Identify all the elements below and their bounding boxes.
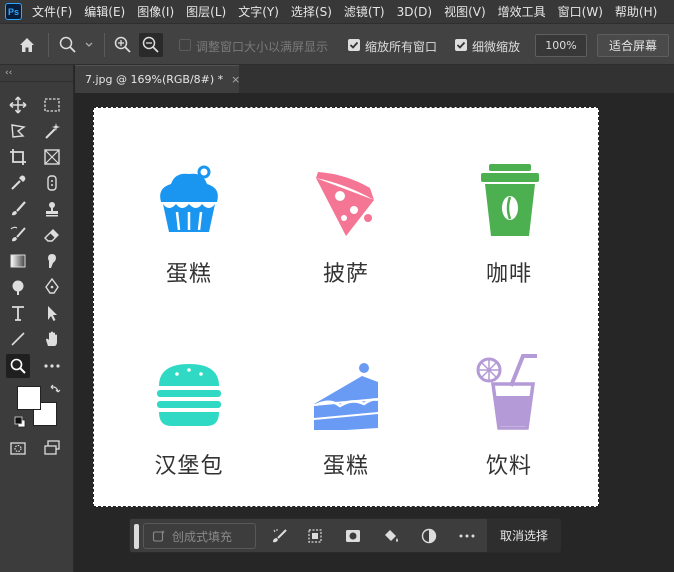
eraser-tool-icon[interactable] [40, 223, 64, 247]
zoom-in-icon[interactable] [113, 35, 133, 55]
clone-stamp-tool-icon[interactable] [40, 197, 64, 221]
default-colors-icon[interactable] [14, 416, 26, 428]
drag-handle[interactable] [134, 524, 139, 549]
dodge-tool-icon[interactable] [6, 275, 30, 299]
document-tab-title: 7.jpg @ 169%(RGB/8#) * [85, 73, 224, 86]
document-tab[interactable]: 7.jpg @ 169%(RGB/8#) * × [75, 65, 240, 93]
photoshop-logo: Ps [5, 3, 22, 20]
smudge-tool-icon[interactable] [40, 249, 64, 273]
swap-colors-icon[interactable] [49, 384, 61, 396]
document-canvas[interactable]: 蛋糕 披萨 咖啡 汉堡包 蛋糕 饮料 [93, 107, 599, 507]
separator [104, 33, 105, 57]
magic-wand-tool-icon[interactable] [40, 119, 64, 143]
type-tool-icon[interactable] [6, 301, 30, 325]
options-bar: 调整窗口大小以满屏显示 缩放所有窗口 细微缩放 100% 适合屏幕 [0, 23, 674, 65]
select-subject-icon[interactable] [271, 527, 289, 545]
resize-windows-checkbox[interactable] [179, 39, 191, 51]
scrubby-zoom-label: 细微缩放 [472, 40, 521, 54]
item-label: 蛋糕 [165, 262, 212, 287]
generative-fill-label: 创成式填充 [172, 529, 233, 544]
menu-view[interactable]: 视图(V) [444, 3, 486, 20]
menu-layer[interactable]: 图层(L) [186, 3, 226, 20]
screen-mode-icon[interactable] [40, 436, 64, 460]
generative-fill-button[interactable]: 创成式填充 [143, 523, 256, 549]
menu-help[interactable]: 帮助(H) [615, 3, 657, 20]
item-label: 咖啡 [485, 262, 532, 287]
move-tool-icon[interactable] [6, 93, 30, 117]
pen-tool-icon[interactable] [40, 275, 64, 299]
home-icon[interactable] [17, 35, 37, 55]
item-label: 披萨 [322, 262, 369, 287]
transform-selection-icon[interactable] [306, 527, 324, 545]
zoom-all-windows-label: 缩放所有窗口 [365, 40, 438, 54]
item-label: 汉堡包 [154, 454, 224, 479]
lasso-tool-icon[interactable] [6, 119, 30, 143]
fill-bucket-icon[interactable] [382, 527, 400, 545]
canvas-item: 披萨 [276, 138, 416, 318]
zoom-all-windows-checkbox[interactable] [348, 39, 360, 51]
canvas-item: 蛋糕 [276, 330, 416, 510]
tools-panel: ‹‹ [0, 65, 74, 572]
collapse-icon[interactable]: ‹‹ [5, 68, 12, 78]
deselect-button[interactable]: 取消选择 [487, 519, 561, 552]
eyedropper-tool-icon[interactable] [6, 171, 30, 195]
fit-screen-button[interactable]: 适合屏幕 [597, 34, 669, 57]
marquee-tool-icon[interactable] [40, 93, 64, 117]
frame-tool-icon[interactable] [40, 145, 64, 169]
zoom-out-icon[interactable] [139, 33, 163, 57]
menu-file[interactable]: 文件(F) [32, 3, 72, 20]
resize-windows-label: 调整窗口大小以满屏显示 [196, 40, 329, 54]
tools-panel-header[interactable]: ‹‹ [0, 65, 73, 82]
more-tools-icon[interactable] [40, 354, 64, 378]
path-selection-tool-icon[interactable] [40, 301, 64, 325]
zoom-tool-icon[interactable] [6, 354, 30, 378]
scrubby-zoom-checkbox[interactable] [455, 39, 467, 51]
more-options-icon[interactable] [458, 527, 476, 545]
drink-icon [476, 354, 537, 430]
zoom-tool-icon[interactable] [58, 35, 96, 55]
mask-icon[interactable] [344, 527, 362, 545]
canvas-item: 蛋糕 [119, 138, 259, 318]
generative-fill-icon [152, 530, 165, 542]
menu-3d[interactable]: 3D(D) [397, 5, 432, 19]
menu-select[interactable]: 选择(S) [291, 3, 332, 20]
contextual-task-bar: 创成式填充 取消选择 [129, 518, 561, 553]
hand-tool-icon[interactable] [40, 327, 64, 351]
menu-bar: Ps 文件(F) 编辑(E) 图像(I) 图层(L) 文字(Y) 选择(S) 滤… [0, 0, 674, 23]
quick-mask-icon[interactable] [6, 436, 30, 460]
canvas-item: 汉堡包 [119, 330, 259, 510]
coffee-cup-icon [481, 164, 539, 236]
burger-icon [157, 364, 221, 426]
menu-filter[interactable]: 滤镜(T) [344, 3, 385, 20]
gradient-tool-icon[interactable] [6, 249, 30, 273]
document-tab-bar: 7.jpg @ 169%(RGB/8#) * × [75, 65, 674, 93]
canvas-item: 咖啡 [439, 138, 579, 318]
menu-window[interactable]: 窗口(W) [558, 3, 603, 20]
menu-plugins[interactable]: 增效工具 [498, 3, 546, 20]
cupcake-icon [160, 165, 218, 232]
item-label: 饮料 [485, 454, 532, 479]
item-label: 蛋糕 [322, 454, 369, 479]
adjustment-icon[interactable] [420, 527, 438, 545]
menu-image[interactable]: 图像(I) [137, 3, 174, 20]
history-brush-tool-icon[interactable] [6, 223, 30, 247]
menu-type[interactable]: 文字(Y) [238, 3, 279, 20]
menu-edit[interactable]: 编辑(E) [84, 3, 125, 20]
zoom-value-field[interactable]: 100% [535, 34, 587, 57]
canvas-item: 饮料 [439, 330, 579, 510]
cake-slice-icon [314, 363, 379, 430]
spot-healing-tool-icon[interactable] [40, 171, 64, 195]
line-tool-icon[interactable] [6, 327, 30, 351]
separator [48, 33, 49, 57]
pizza-icon [316, 172, 374, 236]
crop-tool-icon[interactable] [6, 145, 30, 169]
close-tab-icon[interactable]: × [231, 73, 240, 86]
foreground-color-swatch[interactable] [17, 386, 41, 410]
brush-tool-icon[interactable] [6, 197, 30, 221]
